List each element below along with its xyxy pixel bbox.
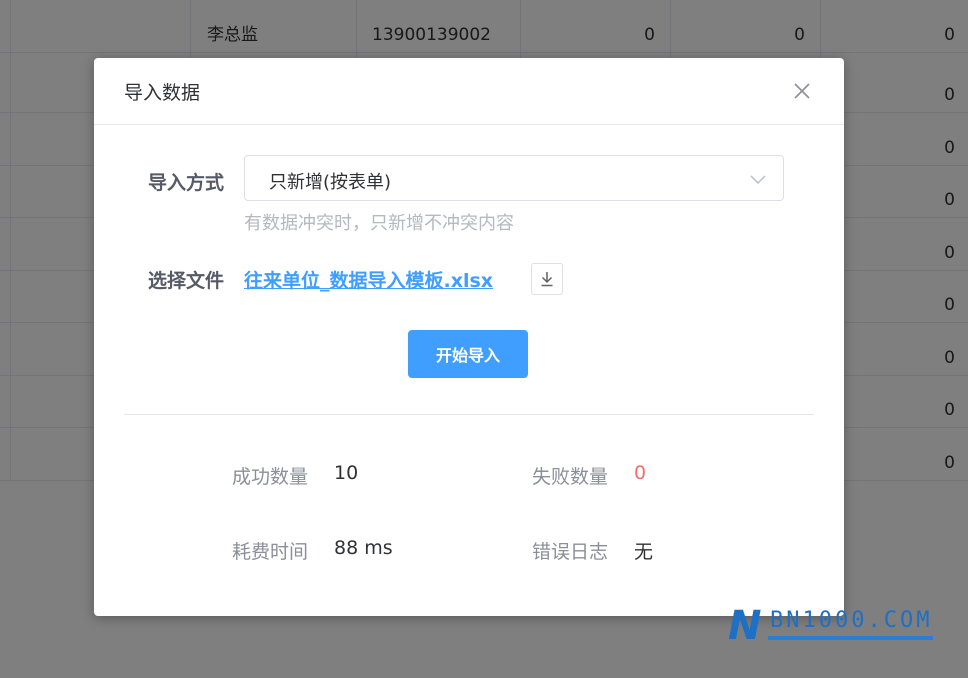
watermark-text: BN1000.COM [770,608,933,633]
import-mode-value: 只新增(按表单) [269,172,392,193]
success-count-value: 10 [334,462,359,484]
success-count-label: 成功数量 [232,466,309,488]
template-download-link[interactable]: 往来单位_数据导入模板.xlsx [244,266,493,293]
import-mode-select[interactable]: 只新增(按表单) [244,155,784,201]
import-mode-hint: 有数据冲突时，只新增不冲突内容 [244,213,514,234]
dialog-header: 导入数据 [94,58,844,125]
file-label: 选择文件 [147,270,224,292]
start-import-button[interactable]: 开始导入 [408,330,528,378]
elapsed-time-value: 88 ms [334,537,393,559]
watermark-underline [768,636,933,640]
import-dialog: 导入数据 导入方式 只新增(按表单) 有数据冲突时，只新增不冲突内容 选择文件 … [94,58,844,616]
fail-count-label: 失败数量 [532,466,609,488]
import-mode-label: 导入方式 [147,172,224,194]
fail-count-value: 0 [634,462,647,484]
watermark-logo: N BN1000.COM [728,606,938,646]
download-icon[interactable] [531,263,563,295]
error-log-value: 无 [634,541,654,563]
error-log-label: 错误日志 [532,541,609,563]
elapsed-time-label: 耗费时间 [232,541,309,563]
dialog-title: 导入数据 [124,82,201,104]
divider [124,414,814,415]
close-icon[interactable] [792,81,812,101]
chevron-down-icon [749,170,767,188]
watermark-n-mark: N [728,603,762,649]
